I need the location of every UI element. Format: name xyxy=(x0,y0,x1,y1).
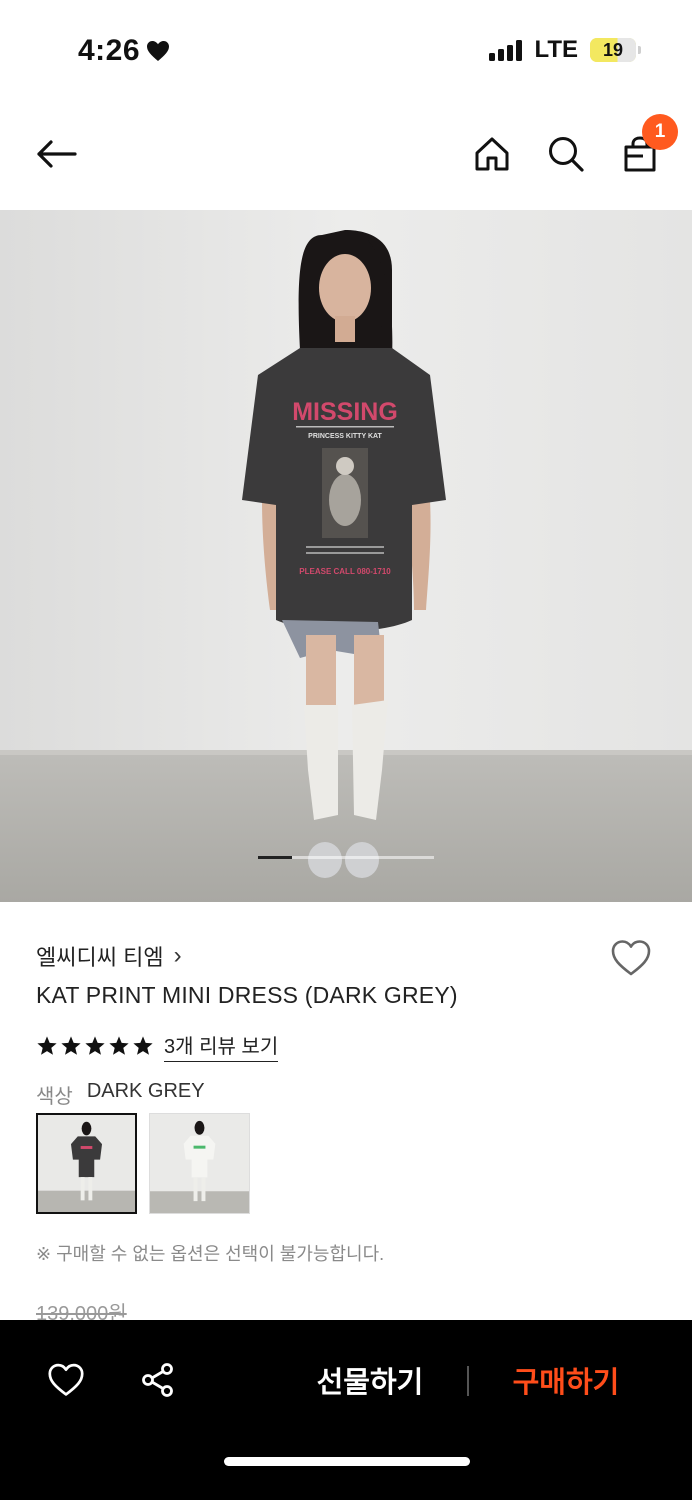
swatch-dark-grey[interactable] xyxy=(36,1113,137,1214)
home-indicator[interactable] xyxy=(224,1457,470,1466)
star-icon xyxy=(61,1036,81,1055)
color-row: 색상 DARK GREY xyxy=(36,1080,205,1109)
share-button[interactable] xyxy=(138,1360,178,1400)
wishlist-button[interactable] xyxy=(610,938,652,978)
top-nav: 1 xyxy=(0,100,692,210)
heart-outline-icon xyxy=(48,1363,84,1396)
cart-button[interactable]: 1 xyxy=(616,114,678,178)
network-type: LTE xyxy=(534,36,578,63)
shirt-print-call: PLEASE CALL 080-1710 xyxy=(299,567,391,576)
cart-count-badge: 1 xyxy=(642,114,678,150)
star-icon xyxy=(85,1036,105,1055)
buy-button[interactable]: 구매하기 xyxy=(496,1360,636,1400)
search-button[interactable] xyxy=(542,130,590,178)
star-icon xyxy=(109,1036,129,1055)
color-value: DARK GREY xyxy=(86,1080,205,1102)
chevron-right-icon: › xyxy=(173,942,182,969)
swatch-dark-grey-thumbnail xyxy=(38,1115,135,1212)
battery-level: 19 xyxy=(602,39,624,60)
shirt-print-title: MISSING xyxy=(292,398,398,426)
clock-time: 4:26 xyxy=(78,34,141,67)
rating-row: 3개 리뷰 보기 xyxy=(36,1030,279,1062)
home-button[interactable] xyxy=(468,130,516,178)
gift-button[interactable]: 선물하기 xyxy=(300,1360,440,1400)
product-photo: MISSING PRINCESS KITTY KAT PLEASE CALL 0… xyxy=(0,210,692,902)
action-divider xyxy=(467,1366,469,1396)
review-link[interactable]: 3개 리뷰 보기 xyxy=(164,1030,279,1062)
star-icon xyxy=(133,1036,153,1055)
star-rating xyxy=(36,1035,154,1057)
brand-link[interactable]: 엘씨디씨 티엠 › xyxy=(36,940,182,972)
product-title: KAT PRINT MINI DRESS (DARK GREY) xyxy=(36,982,458,1008)
status-bar: 4:26 LTE 19 xyxy=(0,0,692,100)
heart-status-icon xyxy=(146,40,170,62)
signal-icon xyxy=(489,39,523,61)
swatch-white[interactable] xyxy=(149,1113,250,1214)
battery-icon: 19 xyxy=(590,38,641,62)
carousel-pager xyxy=(258,856,434,859)
swatch-white-thumbnail xyxy=(150,1114,249,1213)
brand-name: 엘씨디씨 티엠 xyxy=(36,945,164,970)
share-icon xyxy=(142,1363,173,1397)
shirt-print-subtitle: PRINCESS KITTY KAT xyxy=(308,433,382,440)
home-icon xyxy=(475,137,509,171)
search-icon xyxy=(549,137,584,172)
color-label: 색상 xyxy=(36,1086,73,1108)
product-image-carousel[interactable]: MISSING PRINCESS KITTY KAT PLEASE CALL 0… xyxy=(0,210,692,902)
status-indicators: LTE 19 xyxy=(489,36,641,64)
star-icon xyxy=(37,1036,57,1055)
clock: 4:26 xyxy=(78,34,170,68)
back-button[interactable] xyxy=(32,130,80,178)
bottom-wishlist-button[interactable] xyxy=(46,1360,86,1400)
heart-outline-icon xyxy=(611,940,651,976)
color-swatches xyxy=(36,1113,250,1214)
arrow-left-icon xyxy=(37,140,77,168)
bottom-action-bar: 선물하기 구매하기 xyxy=(0,1320,692,1500)
pager-active-indicator xyxy=(258,856,292,859)
option-notice: ※ 구매할 수 없는 옵션은 선택이 불가능합니다. xyxy=(36,1244,385,1264)
